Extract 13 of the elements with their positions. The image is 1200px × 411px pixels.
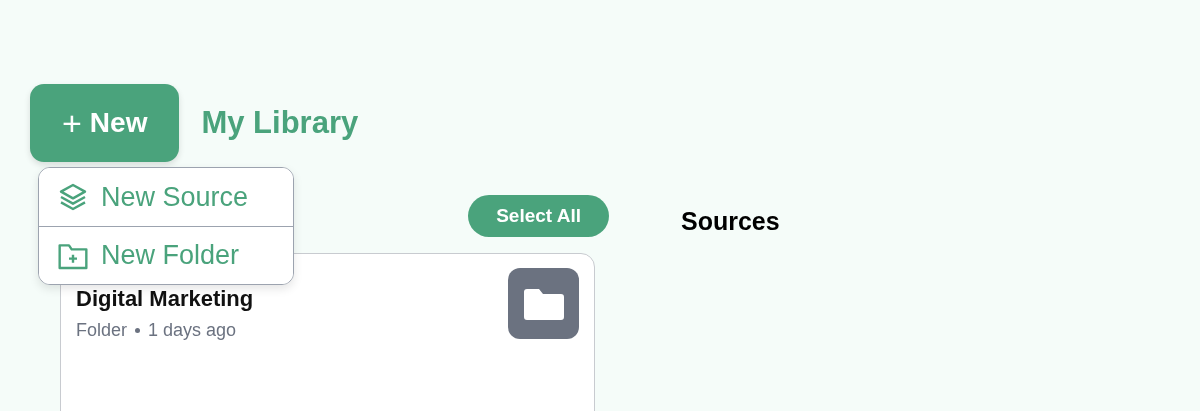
menu-item[interactable]: New Folder xyxy=(39,226,293,284)
plus-icon: + xyxy=(62,106,82,140)
new-button[interactable]: + New xyxy=(30,84,180,162)
layers-icon xyxy=(57,181,89,213)
sources-heading: Sources xyxy=(681,207,780,237)
card-title: Digital Marketing xyxy=(76,286,254,312)
menu-item[interactable]: New Source xyxy=(39,168,293,226)
item-age: 1 days ago xyxy=(148,320,237,341)
folder-icon xyxy=(508,268,579,339)
separator-dot xyxy=(135,328,141,333)
select-all-button[interactable]: Select All xyxy=(468,195,609,237)
page-title: My Library xyxy=(201,105,359,141)
item-type: Folder xyxy=(76,320,128,341)
